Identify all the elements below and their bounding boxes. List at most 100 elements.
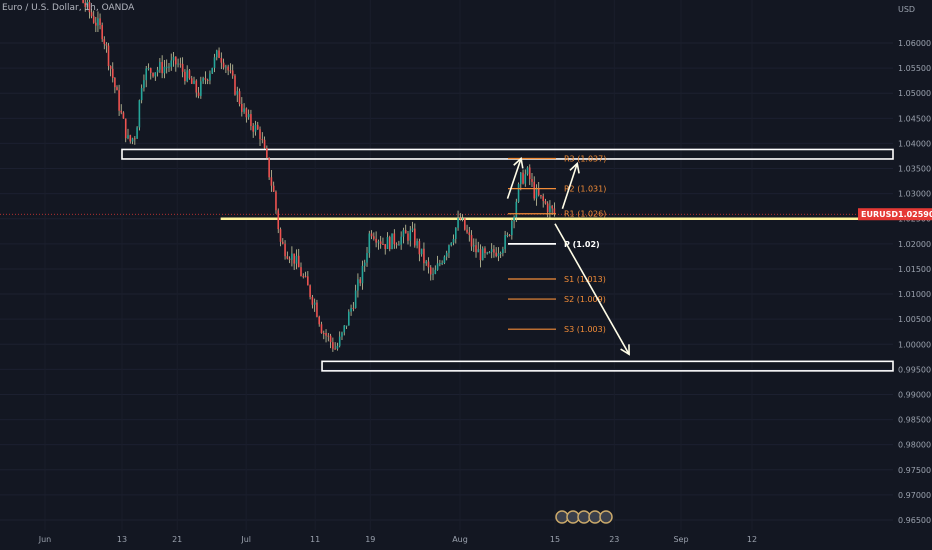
navigation-controls[interactable] [555, 510, 613, 524]
candle-body [302, 276, 305, 278]
candle-body [461, 218, 464, 220]
candle-body [99, 18, 101, 26]
candle-body [163, 66, 166, 74]
candle-body [368, 233, 371, 254]
candle-body [427, 261, 430, 268]
candle-body [254, 124, 257, 132]
scroll-left-icon[interactable] [566, 510, 580, 524]
price-chart[interactable]: R3 (1.037)R2 (1.031)R1 (1.026)P (1.02)S1… [0, 0, 932, 550]
candle-body [186, 70, 188, 82]
x-tick-label: 21 [172, 535, 182, 544]
candle-body [309, 285, 311, 297]
reset-icon[interactable] [577, 510, 591, 524]
candle-body [124, 118, 127, 139]
candle-body [418, 241, 421, 255]
candle-body [495, 252, 497, 257]
candle-body [513, 217, 515, 222]
candle-body [109, 65, 112, 69]
x-tick-label: 12 [747, 535, 757, 544]
candle-body [190, 78, 193, 84]
candle-body [540, 195, 542, 197]
x-tick-label: 23 [609, 535, 619, 544]
candle-body [129, 135, 132, 142]
candle-body [535, 189, 538, 199]
candle-body [234, 75, 236, 95]
candle-body [266, 148, 268, 158]
candle-body [457, 217, 459, 228]
x-tick-label: 11 [310, 535, 320, 544]
candle-body [441, 263, 443, 265]
candle-body [122, 112, 125, 119]
candle-body [222, 62, 225, 68]
candle-body [304, 276, 307, 278]
candle-body [546, 203, 549, 213]
x-tick-label: Sep [673, 535, 688, 544]
candle-body [111, 68, 114, 79]
y-tick-label: 0.98500 [898, 416, 931, 425]
candle-body [439, 263, 441, 265]
candle-body [286, 256, 289, 259]
candle-body [293, 253, 295, 264]
candle-body [200, 81, 202, 96]
candle-body [318, 316, 321, 325]
candle-body [170, 60, 173, 67]
candle-body [275, 191, 277, 211]
candle-body [361, 265, 364, 284]
currency-label: USD [898, 5, 915, 14]
candle-body [348, 311, 350, 326]
rewind-icon[interactable] [555, 510, 569, 524]
x-tick-label: Aug [452, 535, 468, 544]
candle-body [544, 201, 547, 204]
candle-body [402, 230, 405, 237]
candle-body [284, 243, 286, 257]
candle-body [261, 139, 264, 141]
candle-body [526, 167, 529, 175]
candle-body [393, 233, 396, 245]
candle-body [517, 184, 520, 202]
candle-body [520, 172, 522, 185]
candle-body [161, 62, 163, 74]
x-tick-label: 13 [117, 535, 127, 544]
candle-body [477, 249, 480, 253]
candle-body [553, 208, 556, 214]
y-tick-label: 0.97500 [898, 466, 931, 475]
candle-body [218, 50, 220, 58]
candle-body [97, 18, 99, 26]
candle-body [325, 333, 327, 336]
candle-body [107, 45, 110, 66]
candle-body [250, 114, 252, 126]
candle-body [391, 233, 393, 250]
candle-body [120, 110, 123, 113]
candle-body [154, 72, 157, 77]
candle-body [322, 333, 325, 335]
candle-body [134, 138, 136, 140]
y-tick-label: 1.04500 [898, 114, 931, 123]
candle-body [247, 114, 250, 118]
candle-body [450, 242, 453, 246]
fast-forward-icon[interactable] [599, 510, 613, 524]
candle-body [479, 249, 482, 261]
candle-body [152, 72, 154, 77]
candle-body [345, 325, 348, 327]
candle-body [256, 124, 259, 130]
candle-body [484, 248, 486, 253]
y-tick-label: 0.96500 [898, 516, 931, 525]
candle-body [551, 205, 553, 209]
y-tick-label: 1.01000 [898, 290, 931, 299]
candle-body [531, 179, 533, 182]
candle-body [388, 237, 391, 250]
candle-body [259, 129, 261, 140]
candle-body [488, 252, 491, 254]
candle-body [395, 244, 398, 246]
candle-body [184, 71, 186, 82]
y-tick-label: 1.00500 [898, 315, 931, 324]
candle-body [145, 68, 148, 81]
candle-body [414, 228, 416, 246]
scroll-right-icon[interactable] [588, 510, 602, 524]
candle-body [336, 345, 339, 349]
candle-body [504, 235, 506, 250]
candle-body [436, 263, 439, 270]
candle-body [443, 256, 446, 264]
candle-body [220, 57, 223, 63]
candle-body [524, 174, 527, 184]
